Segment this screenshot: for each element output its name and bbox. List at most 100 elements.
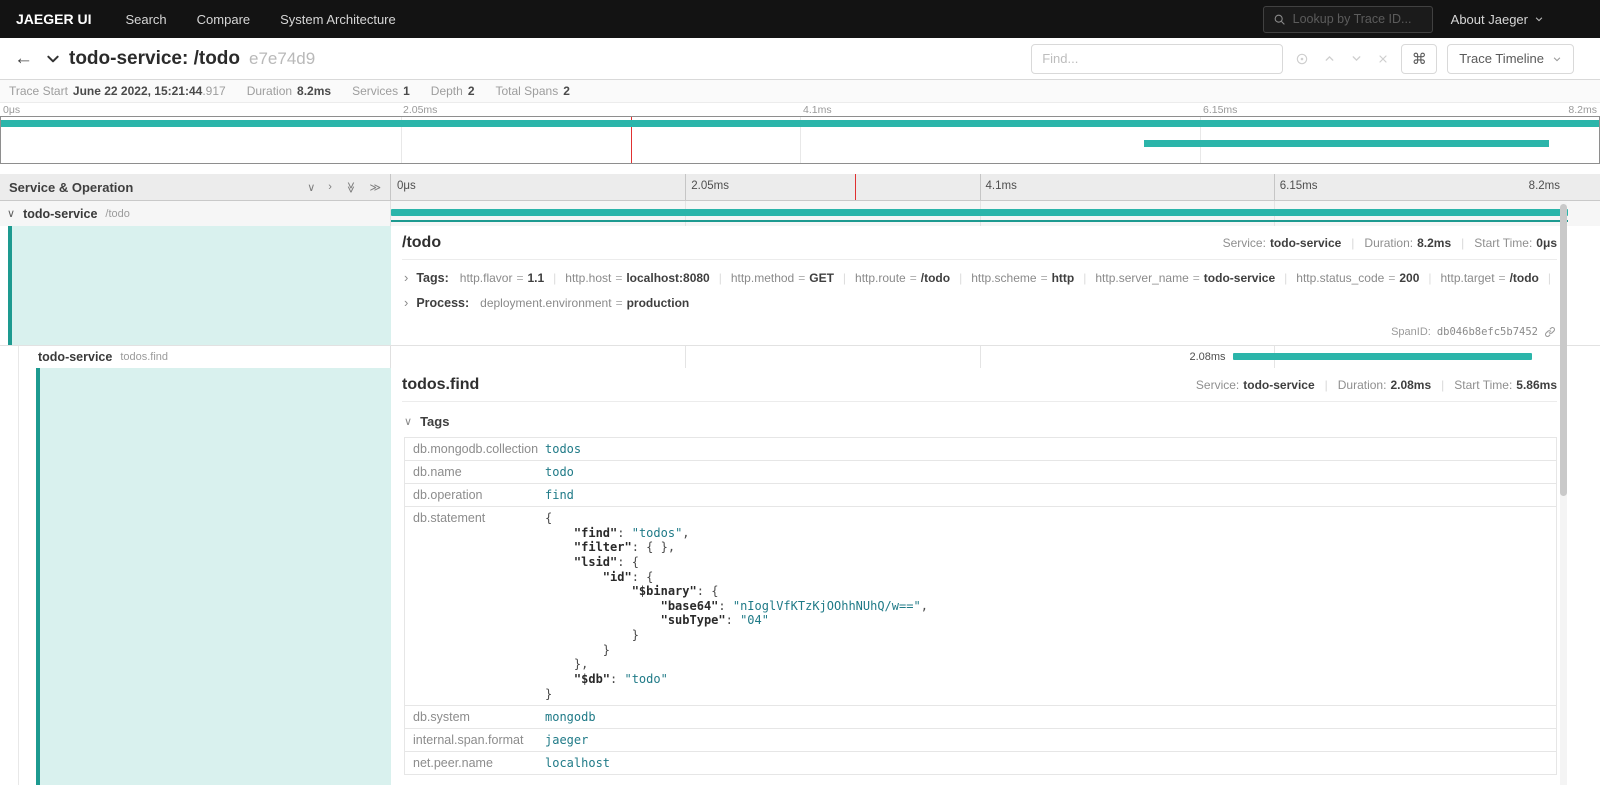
tag-key: http.scheme [971, 271, 1036, 285]
summary-suffix: .917 [202, 84, 225, 98]
cursor-guide-line [855, 174, 856, 200]
process-summary-row[interactable]: › Process: deployment.environment=produc… [402, 295, 1557, 310]
tag-value: localhost [537, 752, 1556, 774]
span-detail-header: /todo Service:todo-service|Duration:8.2m… [402, 234, 1557, 252]
trace-header-controls: ⌘ Trace Timeline [1031, 44, 1574, 74]
tag-key: db.statement [405, 507, 537, 705]
tag-item: http.scheme=http [971, 271, 1074, 285]
next-result-icon[interactable] [1348, 52, 1365, 65]
expand-all-icon[interactable]: ≫ [369, 181, 381, 194]
separator: | [1351, 236, 1354, 250]
span-bar-area [391, 201, 1568, 226]
trace-view-selector[interactable]: Trace Timeline [1447, 44, 1574, 74]
span-bar[interactable] [1233, 353, 1532, 360]
tag-key: db.mongodb.collection [405, 438, 537, 460]
search-icon [1273, 13, 1286, 26]
tag-item: http.flavor=1.1 [460, 271, 544, 285]
timeline-ruler[interactable]: 0μs2.05ms4.1ms6.15ms8.2ms [391, 174, 1568, 200]
span-bar-area: 2.08ms [391, 346, 1568, 368]
expand-one-icon[interactable]: › [328, 181, 332, 193]
span-bar[interactable] [391, 209, 1568, 216]
divider [402, 401, 1557, 402]
summary-value: 1 [403, 84, 410, 98]
separator: | [1548, 271, 1551, 285]
keyboard-shortcuts-button[interactable]: ⌘ [1401, 44, 1437, 74]
child-span-indicator [391, 220, 1568, 222]
tag-value-text: todo [545, 465, 574, 479]
link-icon[interactable] [1544, 326, 1556, 338]
meta-label: Service: [1196, 378, 1239, 392]
summary-item: Total Spans2 [496, 84, 570, 98]
span-detail-gutter[interactable] [0, 226, 391, 345]
minimap-tick-label: 0μs [3, 104, 20, 116]
tag-table-row: net.peer.namelocalhost [405, 752, 1556, 774]
tags-accordion-label: Tags [420, 414, 449, 429]
span-operation-name: todos.find [120, 351, 168, 363]
span-name-column[interactable]: todo-service todos.find [0, 346, 391, 368]
separator: | [553, 271, 556, 285]
summary-label: Duration [247, 84, 292, 98]
scrollbar-thumb[interactable] [1560, 204, 1567, 496]
trace-id-lookup[interactable] [1263, 6, 1433, 33]
navbar-right: About Jaeger [1263, 6, 1544, 33]
span-operation-name: /todo [105, 208, 129, 220]
divider [402, 259, 1557, 260]
find-input[interactable] [1031, 44, 1283, 74]
tag-key: db.system [405, 706, 537, 728]
tag-key: http.host [565, 271, 611, 285]
tag-value: production [627, 296, 690, 310]
tags-summary-row[interactable]: › Tags: http.flavor=1.1|http.host=localh… [402, 270, 1557, 285]
tag-value: jaeger [537, 729, 1556, 751]
back-button[interactable]: ← [14, 49, 33, 68]
tags-table: db.mongodb.collectiontodosdb.name todo db.… [404, 437, 1557, 775]
separator: | [1325, 378, 1328, 392]
tag-value: todo-service [1204, 271, 1275, 285]
tag-key: db.name [405, 461, 537, 483]
tags-label: Tags: [416, 271, 448, 285]
tag-table-row: db.mongodb.collectiontodos [405, 438, 1556, 461]
span-row-todos-find[interactable]: todo-service todos.find 2.08ms [0, 345, 1600, 368]
span-name-column[interactable]: ∨ todo-service /todo [0, 201, 391, 226]
chevron-down-icon [1552, 54, 1562, 64]
trace-name: todo-service: /todo [69, 48, 240, 70]
summary-label: Total Spans [496, 84, 559, 98]
tag-value: { "find": "todos", "filter": { }, "lsid"… [537, 507, 1556, 705]
meta-value: todo-service [1270, 236, 1341, 250]
nav-item-system-architecture[interactable]: System Architecture [280, 12, 396, 27]
collapse-one-icon[interactable]: ∨ [307, 181, 315, 194]
separator: | [1428, 271, 1431, 285]
span-list-header: Service & Operation ∨ › ≫ ≫ [0, 174, 391, 200]
chevron-down-icon[interactable]: ∨ [7, 207, 15, 220]
summary-value: 8.2ms [297, 84, 331, 98]
json-value: { "find": "todos", "filter": { }, "lsid"… [545, 511, 1548, 701]
tags-accordion[interactable]: ∨ Tags [404, 414, 1557, 429]
span-detail-row-todos-find: todos.find Service:todo-service|Duration… [0, 368, 1600, 785]
trace-id-input[interactable] [1293, 12, 1423, 26]
collapse-trace-chevron-icon[interactable] [45, 51, 61, 67]
meta-value: 2.08ms [1390, 378, 1431, 392]
summary-value: 2 [468, 84, 475, 98]
nav-item-search[interactable]: Search [125, 12, 166, 27]
span-id-row: SpanID: db046b8efc5b7452 [1391, 326, 1556, 338]
span-service-name: todo-service [23, 207, 97, 221]
trace-minimap[interactable] [0, 116, 1600, 164]
tag-equals: = [910, 271, 917, 285]
about-jaeger-menu[interactable]: About Jaeger [1451, 12, 1544, 27]
summary-label: Depth [431, 84, 463, 98]
tag-equals: = [616, 296, 623, 310]
tag-value: find [537, 484, 1556, 506]
nav-item-compare[interactable]: Compare [197, 12, 250, 27]
separator: | [1083, 271, 1086, 285]
span-detail-gutter[interactable] [0, 368, 391, 785]
collapse-all-icon[interactable]: ≫ [344, 181, 357, 193]
ruler-tick-label: 4.1ms [986, 180, 1017, 192]
clear-search-icon[interactable] [1375, 53, 1391, 65]
prev-result-icon[interactable] [1321, 52, 1338, 65]
ruler-tick-label: 0μs [397, 180, 416, 192]
summary-label: Trace Start [9, 84, 68, 98]
span-row-todo[interactable]: ∨ todo-service /todo [0, 201, 1600, 226]
span-meta: Service:todo-service|Duration:8.2ms|Star… [1223, 236, 1557, 250]
brand-link[interactable]: JAEGER UI [16, 11, 91, 27]
vertical-scrollbar[interactable] [1560, 202, 1567, 785]
focus-spans-icon[interactable] [1293, 52, 1311, 66]
